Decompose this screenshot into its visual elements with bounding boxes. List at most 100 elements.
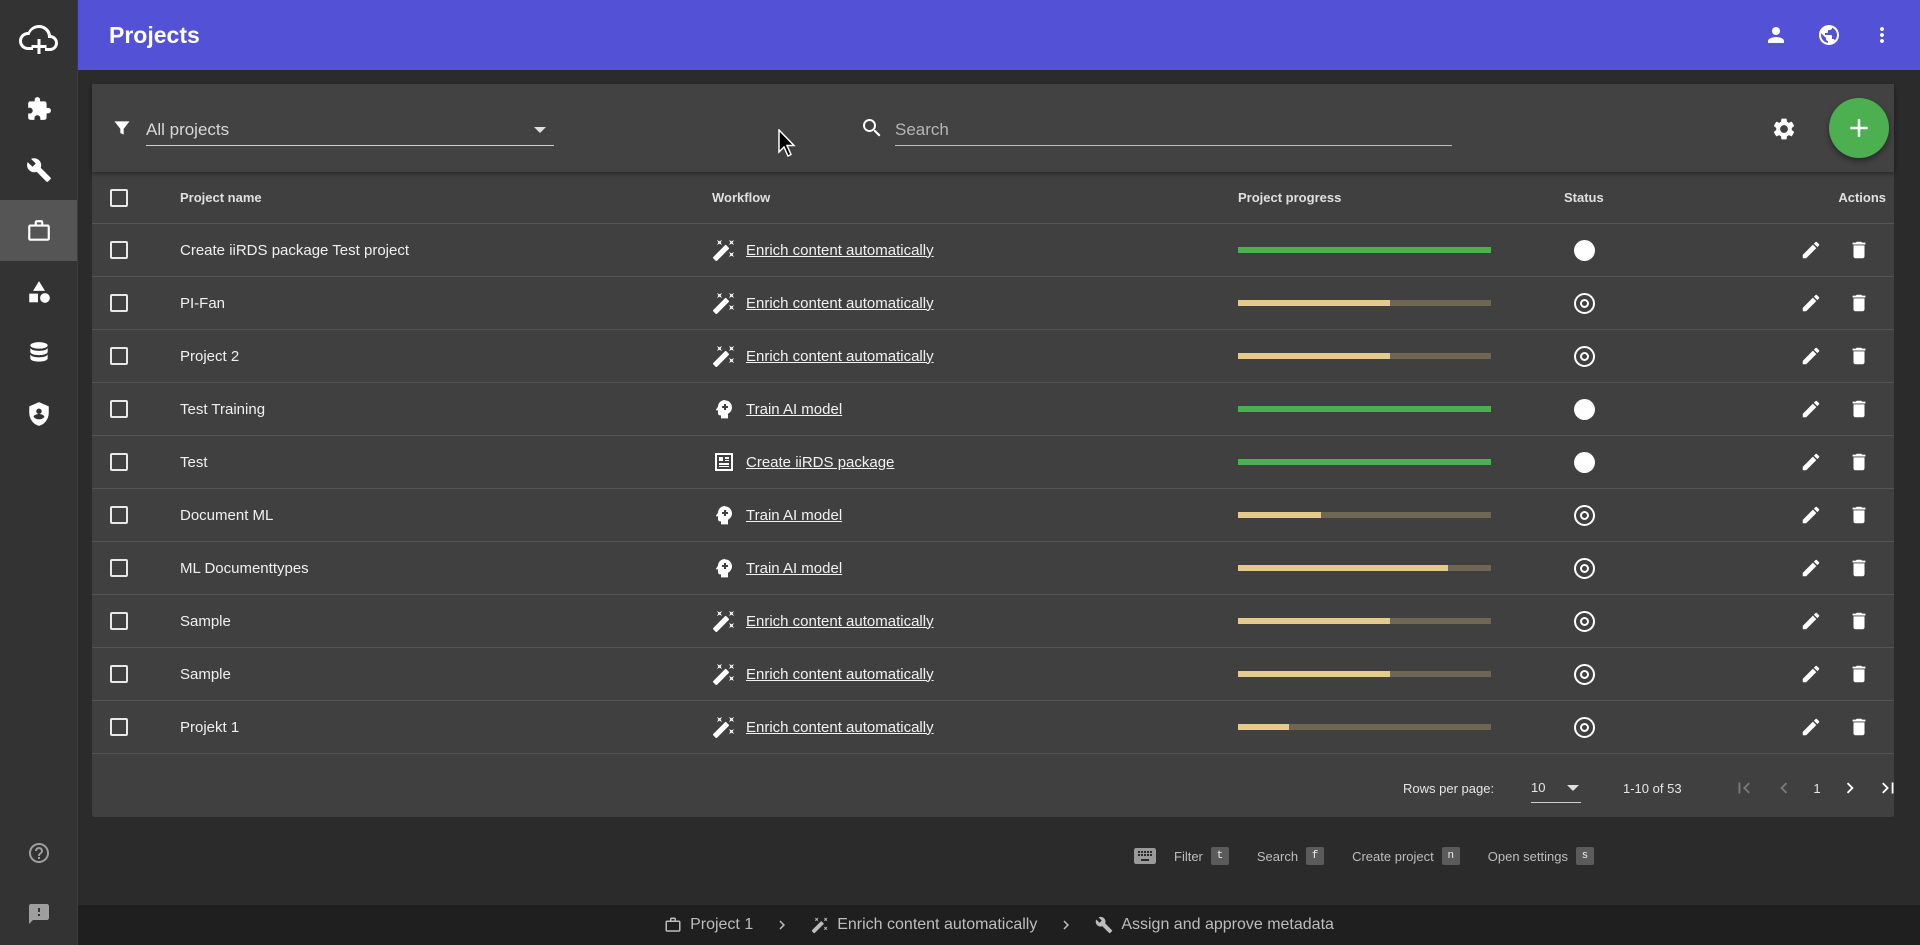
project-name: Test Training [180,400,266,418]
project-name: Project 2 [180,347,240,365]
breadcrumb-workflow[interactable]: Enrich content automatically [811,916,1037,934]
sidebar-item-tools[interactable] [0,139,77,200]
breadcrumb-step[interactable]: Assign and approve metadata [1095,916,1334,934]
first-page-button[interactable] [1732,759,1756,817]
edit-button[interactable] [1798,502,1824,528]
delete-button[interactable] [1846,608,1872,634]
delete-button[interactable] [1846,396,1872,422]
row-checkbox[interactable] [110,665,128,683]
table-row[interactable]: Projekt 1 Enrich content automatically [92,701,1894,754]
workflow-link[interactable]: Train AI model [746,401,842,418]
rows-per-page-select[interactable]: 10 [1531,773,1581,803]
table-row[interactable]: PI-Fan Enrich content automatically [92,277,1894,330]
sidebar-item-projects[interactable] [0,200,77,261]
status-in-progress-icon [1574,345,1595,367]
account-button[interactable] [1762,21,1790,49]
page-title: Projects [109,21,200,48]
row-checkbox[interactable] [110,506,128,524]
table-row[interactable]: Test Create iiRDS package [92,436,1894,489]
column-header-name[interactable]: Project name [180,172,262,223]
workflow-link[interactable]: Enrich content automatically [746,666,934,683]
edit-button[interactable] [1798,449,1824,475]
row-checkbox[interactable] [110,294,128,312]
projects-card: All projects Project name Workflow Proje… [92,84,1894,817]
project-progress-bar [1238,406,1491,412]
workflow-link[interactable]: Enrich content automatically [746,719,934,736]
previous-page-button[interactable] [1772,759,1796,817]
workflow-link[interactable]: Create iiRDS package [746,454,894,471]
table-row[interactable]: Document ML Train AI model [92,489,1894,542]
edit-button[interactable] [1798,396,1824,422]
table-row[interactable]: ML Documenttypes Train AI model [92,542,1894,595]
project-filter-select[interactable]: All projects [146,114,554,146]
row-checkbox[interactable] [110,612,128,630]
progress-fill [1238,300,1390,306]
shortcut-label: Search [1256,848,1299,864]
delete-button[interactable] [1846,290,1872,316]
column-header-actions: Actions [1838,190,1886,205]
pencil-icon [1800,292,1822,314]
delete-button[interactable] [1846,661,1872,687]
edit-button[interactable] [1798,555,1824,581]
workflow-link[interactable]: Enrich content automatically [746,348,934,365]
row-checkbox[interactable] [110,241,128,259]
progress-fill [1238,618,1390,624]
help-button[interactable] [0,833,78,873]
breadcrumb-step-label: Assign and approve metadata [1121,916,1334,933]
workflow-link[interactable]: Train AI model [746,560,842,577]
feedback-button[interactable] [0,894,78,934]
edit-button[interactable] [1798,290,1824,316]
table-body: Create iiRDS package Test project Enrich … [92,224,1894,754]
brain-icon [712,397,736,421]
column-header-status[interactable]: Status [1564,172,1604,223]
edit-button[interactable] [1798,343,1824,369]
column-header-workflow[interactable]: Workflow [712,172,770,223]
row-checkbox[interactable] [110,400,128,418]
package-icon [712,450,736,474]
row-checkbox[interactable] [110,718,128,736]
delete-button[interactable] [1846,343,1872,369]
edit-button[interactable] [1798,608,1824,634]
shield-icon [28,401,49,426]
next-page-button[interactable] [1838,759,1862,817]
row-checkbox[interactable] [110,347,128,365]
row-checkbox[interactable] [110,559,128,577]
workflow-link[interactable]: Train AI model [746,507,842,524]
sidebar-item-database[interactable] [0,322,77,383]
pagination: Rows per page: 10 1-10 of 53 1 [92,759,1894,817]
workflow-link[interactable]: Enrich content automatically [746,613,934,630]
workflow-link[interactable]: Enrich content automatically [746,242,934,259]
progress-fill [1238,512,1322,518]
table-row[interactable]: Sample Enrich content automatically [92,648,1894,701]
delete-button[interactable] [1846,714,1872,740]
delete-button[interactable] [1846,555,1872,581]
sidebar-item-plugins[interactable] [0,78,77,139]
table-row[interactable]: Project 2 Enrich content automatically [92,330,1894,383]
more-menu-button[interactable] [1868,21,1896,49]
magic-wand-icon [712,715,736,739]
sidebar-item-shapes[interactable] [0,261,77,322]
delete-button[interactable] [1846,449,1872,475]
briefcase-icon [27,219,50,241]
search-input[interactable] [895,114,1452,146]
cloud-upload-logo-icon[interactable] [0,0,77,78]
table-row[interactable]: Create iiRDS package Test project Enrich … [92,224,1894,277]
last-page-button[interactable] [1876,759,1900,817]
table-row[interactable]: Test Training Train AI model [92,383,1894,436]
shortcut-key: s [1575,847,1594,865]
column-header-progress[interactable]: Project progress [1238,172,1341,223]
language-button[interactable] [1815,21,1843,49]
delete-button[interactable] [1846,502,1872,528]
workflow-link[interactable]: Enrich content automatically [746,295,934,312]
edit-button[interactable] [1798,714,1824,740]
row-checkbox[interactable] [110,453,128,471]
table-row[interactable]: Sample Enrich content automatically [92,595,1894,648]
sidebar-item-security[interactable] [0,383,77,444]
delete-button[interactable] [1846,237,1872,263]
add-project-button[interactable] [1829,98,1889,158]
edit-button[interactable] [1798,661,1824,687]
settings-button[interactable] [1770,115,1798,143]
select-all-checkbox[interactable] [110,188,128,207]
edit-button[interactable] [1798,237,1824,263]
breadcrumb-project[interactable]: Project 1 [664,916,753,934]
